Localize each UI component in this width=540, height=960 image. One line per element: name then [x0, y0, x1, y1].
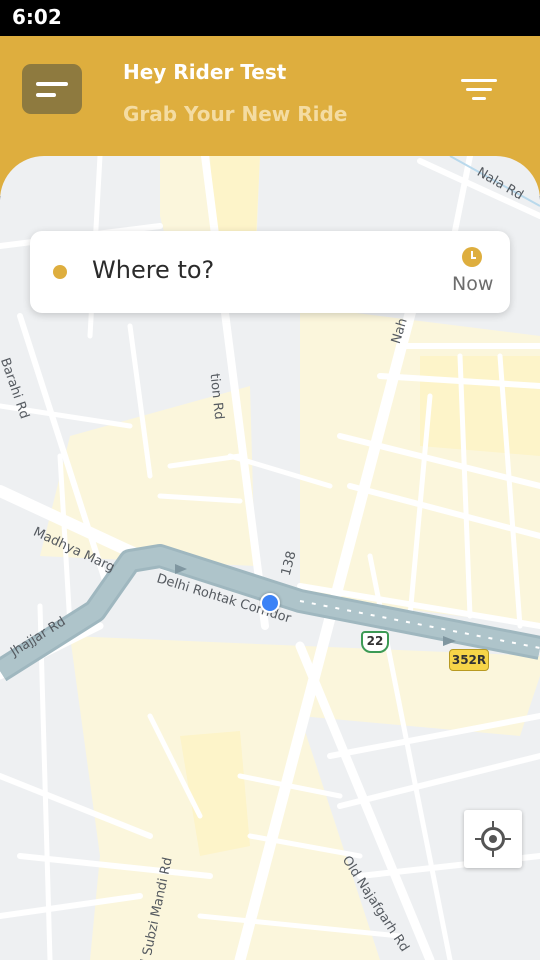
crosshair-icon-tick: [505, 838, 511, 840]
menu-icon: [36, 81, 68, 86]
my-location-button[interactable]: [464, 810, 522, 868]
current-location-marker: [260, 593, 280, 613]
highway-shield-352r: 352R: [449, 649, 489, 671]
menu-button[interactable]: [22, 64, 82, 114]
crosshair-icon-tick: [475, 838, 481, 840]
status-bar: 6:02: [0, 0, 540, 36]
greeting-subtitle: Grab Your New Ride: [123, 102, 348, 126]
crosshair-icon-core: [489, 835, 497, 843]
status-time: 6:02: [12, 5, 62, 29]
destination-search[interactable]: Where to? Now: [30, 231, 510, 313]
greeting-title: Hey Rider Test: [123, 60, 287, 84]
map-view[interactable]: Nala Rd tion Rd Nah Barahi Rd Madhya Mar…: [0, 156, 540, 960]
filter-button[interactable]: [452, 70, 506, 108]
clock-icon[interactable]: [462, 247, 482, 267]
pickup-dot-icon: [53, 265, 67, 279]
crosshair-icon-tick: [492, 851, 494, 857]
filter-icon: [461, 78, 497, 82]
highway-shield-22: 22: [361, 631, 389, 653]
crosshair-icon-tick: [492, 821, 494, 827]
filter-icon-bar: [472, 96, 486, 100]
destination-input[interactable]: Where to?: [92, 256, 214, 284]
filter-icon-bar: [466, 87, 492, 91]
menu-icon-bar: [36, 92, 56, 97]
schedule-now-label[interactable]: Now: [452, 273, 493, 295]
